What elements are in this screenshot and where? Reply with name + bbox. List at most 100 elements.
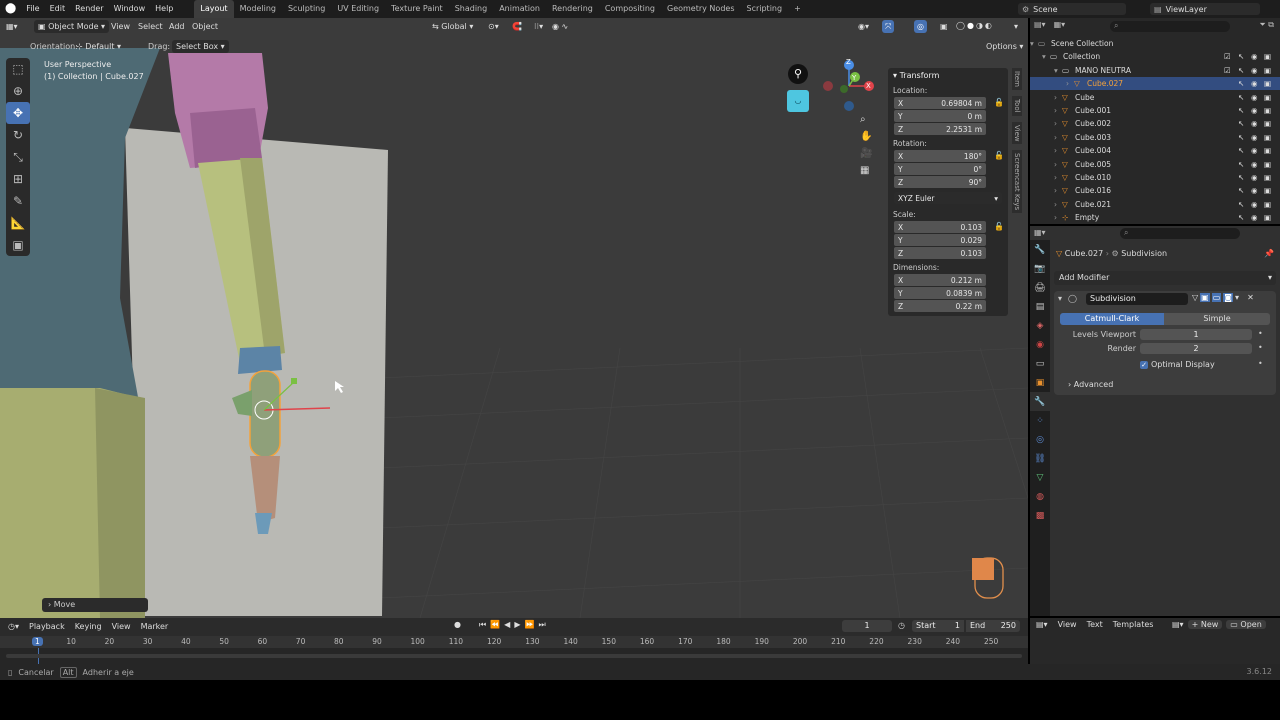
collection-tab-icon[interactable]: ▭ bbox=[1030, 354, 1050, 373]
select-arrow-icon[interactable]: ↖ bbox=[1238, 117, 1244, 130]
end-frame-field[interactable]: End 250 bbox=[966, 620, 1020, 632]
tab-shading[interactable]: Shading bbox=[449, 0, 494, 18]
play-reverse-icon[interactable]: ◀ bbox=[504, 620, 510, 630]
grid-icon[interactable]: ▦ bbox=[860, 165, 874, 176]
overlays-toggle-icon[interactable]: ◎ bbox=[914, 20, 927, 33]
text-templates-menu[interactable]: Templates bbox=[1113, 620, 1154, 629]
visibility-icon[interactable]: ◉▾ bbox=[858, 20, 869, 33]
outliner-row[interactable]: › ▽ Cube.005 ↖ ◉ ▣ bbox=[1030, 158, 1280, 171]
select-arrow-icon[interactable]: ↖ bbox=[1238, 171, 1244, 184]
tab-geometry-nodes[interactable]: Geometry Nodes bbox=[661, 0, 740, 18]
prev-keyframe-icon[interactable]: ⏪ bbox=[490, 620, 500, 630]
new-text-button[interactable]: + New bbox=[1187, 620, 1223, 629]
tab-tool[interactable]: Tool bbox=[1012, 95, 1022, 116]
eye-icon[interactable]: ◉ bbox=[1251, 117, 1258, 130]
record-icon[interactable]: ● bbox=[454, 620, 461, 630]
display-mode-icon[interactable]: ▦▾ bbox=[1054, 20, 1066, 29]
current-frame-field[interactable]: 1 bbox=[842, 620, 892, 632]
eye-icon[interactable]: ◉ bbox=[1251, 77, 1258, 90]
view-layer-selector[interactable]: ▤ ViewLayer bbox=[1150, 3, 1260, 15]
camera-render-icon[interactable]: ▣ bbox=[1264, 104, 1271, 117]
orientation-dropdown[interactable]: ⊹ Default ▾ bbox=[76, 40, 121, 53]
tab-item[interactable]: Item bbox=[1012, 68, 1022, 90]
measure-icon[interactable]: 📐 bbox=[6, 212, 30, 234]
physics-tab-icon[interactable]: ◎ bbox=[1030, 430, 1050, 449]
outliner-row[interactable]: › ▽ Cube.016 ↖ ◉ ▣ bbox=[1030, 184, 1280, 197]
keying-menu[interactable]: Keying bbox=[75, 622, 102, 631]
scene-selector[interactable]: ⚙ Scene bbox=[1018, 3, 1126, 15]
simple-button[interactable]: Simple bbox=[1164, 313, 1270, 325]
scene-tab-icon[interactable]: ◈ bbox=[1030, 316, 1050, 335]
close-icon[interactable]: ✕ bbox=[1247, 293, 1254, 302]
camera-render-icon[interactable]: ▣ bbox=[1264, 211, 1271, 224]
eye-icon[interactable]: ◉ bbox=[1251, 104, 1258, 117]
tab-uv-editing[interactable]: UV Editing bbox=[331, 0, 385, 18]
expand-arrow-icon[interactable]: › bbox=[1066, 77, 1069, 90]
jump-start-icon[interactable]: ⏮ bbox=[479, 620, 486, 630]
scale-z-field[interactable]: Z 0.103 bbox=[894, 247, 986, 259]
camera-render-icon[interactable]: ▣ bbox=[1264, 171, 1271, 184]
playback-menu[interactable]: Playback bbox=[29, 622, 65, 631]
xray-icon[interactable]: ▣ bbox=[940, 20, 948, 33]
pan-hand-icon[interactable]: ✋ bbox=[860, 131, 874, 142]
select-arrow-icon[interactable]: ↖ bbox=[1238, 50, 1244, 63]
lock-icon[interactable]: 🔓 bbox=[994, 98, 1004, 107]
outliner-row[interactable]: ▾ ▭ Scene Collection bbox=[1030, 37, 1280, 50]
light-icon[interactable]: ⚲ bbox=[788, 64, 808, 84]
text-text-menu[interactable]: Text bbox=[1087, 620, 1103, 629]
add-cube-icon[interactable]: ▣ bbox=[6, 234, 30, 256]
scale-y-field[interactable]: Y 0.029 bbox=[894, 234, 986, 246]
expand-arrow-icon[interactable]: › bbox=[1054, 91, 1057, 104]
pivot-icon[interactable]: ⊙▾ bbox=[488, 20, 499, 33]
camera-render-icon[interactable]: ▣ bbox=[1264, 144, 1271, 157]
camera-render-icon[interactable]: ▣ bbox=[1264, 131, 1271, 144]
expand-arrow-icon[interactable]: › bbox=[1054, 211, 1057, 224]
output-tab-icon[interactable]: 🖨 bbox=[1030, 278, 1050, 297]
outliner-search-input[interactable]: ⌕ bbox=[1110, 21, 1230, 32]
expand-arrow-icon[interactable]: › bbox=[1054, 131, 1057, 144]
tool-tab-icon[interactable]: 🔧 bbox=[1030, 240, 1050, 259]
dimensions-x-field[interactable]: X 0.212 m bbox=[894, 274, 986, 286]
tab-modeling[interactable]: Modeling bbox=[234, 0, 282, 18]
object-tab-icon[interactable]: ▣ bbox=[1030, 373, 1050, 392]
rotation-z-field[interactable]: Z 90° bbox=[894, 176, 986, 188]
tab-texture-paint[interactable]: Texture Paint bbox=[385, 0, 449, 18]
rendered-shading-icon[interactable]: ◐ bbox=[985, 19, 992, 32]
eye-icon[interactable]: ◉ bbox=[1251, 158, 1258, 171]
proportional-edit-icon[interactable]: ◉ ∿ bbox=[552, 20, 568, 33]
select-arrow-icon[interactable]: ↖ bbox=[1238, 158, 1244, 171]
dimensions-y-field[interactable]: Y 0.0839 m bbox=[894, 287, 986, 299]
eye-icon[interactable]: ◉ bbox=[1251, 184, 1258, 197]
outliner-row[interactable]: › ▽ Cube ↖ ◉ ▣ bbox=[1030, 91, 1280, 104]
catmull-clark-button[interactable]: Catmull-Clark bbox=[1060, 313, 1164, 325]
add-workspace-button[interactable]: + bbox=[788, 0, 807, 18]
timeline-view-menu[interactable]: View bbox=[112, 622, 131, 631]
frame-ruler[interactable]: 1 10 20 30 40 50 60 70 80 90 100 110 120 130 140 150 160… bbox=[0, 636, 1028, 648]
select-arrow-icon[interactable]: ↖ bbox=[1238, 131, 1244, 144]
3d-viewport[interactable]: ▦▾ ▣ Object Mode ▾ View Select Add Objec… bbox=[0, 18, 1028, 618]
advanced-subpanel[interactable]: › Advanced bbox=[1068, 380, 1113, 389]
operator-panel[interactable]: › Move bbox=[42, 598, 148, 612]
cursor-icon[interactable]: ⊕ bbox=[6, 80, 30, 102]
move-tool-icon[interactable]: ✥ bbox=[6, 102, 30, 124]
expand-arrow-icon[interactable]: › bbox=[1054, 144, 1057, 157]
location-x-field[interactable]: X 0.69804 m bbox=[894, 97, 986, 109]
view-layer-tab-icon[interactable]: ▤ bbox=[1030, 297, 1050, 316]
transform-orientation-dropdown[interactable]: ⇆ Global ▾ bbox=[432, 20, 473, 33]
render-toggle-icon[interactable]: ◙ bbox=[1223, 293, 1234, 302]
menu-window[interactable]: Window bbox=[109, 0, 151, 18]
rotation-mode-dropdown[interactable]: XYZ Euler ▾ bbox=[894, 192, 1002, 204]
outliner-row[interactable]: › ▽ Cube.001 ↖ ◉ ▣ bbox=[1030, 104, 1280, 117]
expand-arrow-icon[interactable]: ▾ bbox=[1030, 37, 1034, 50]
eye-icon[interactable]: ◉ bbox=[1251, 64, 1258, 77]
camera-view-icon[interactable]: ◡ bbox=[787, 90, 809, 112]
tab-scripting[interactable]: Scripting bbox=[740, 0, 788, 18]
levels-viewport-field[interactable]: 1 bbox=[1140, 329, 1252, 340]
select-arrow-icon[interactable]: ↖ bbox=[1238, 211, 1244, 224]
gizmo-toggle-icon[interactable]: ⤧ bbox=[882, 20, 895, 33]
camera-render-icon[interactable]: ▣ bbox=[1264, 50, 1271, 63]
camera-render-icon[interactable]: ▣ bbox=[1264, 91, 1271, 104]
camera-render-icon[interactable]: ▣ bbox=[1264, 184, 1271, 197]
rotation-x-field[interactable]: X 180° bbox=[894, 150, 986, 162]
render-tab-icon[interactable]: 📷 bbox=[1030, 259, 1050, 278]
